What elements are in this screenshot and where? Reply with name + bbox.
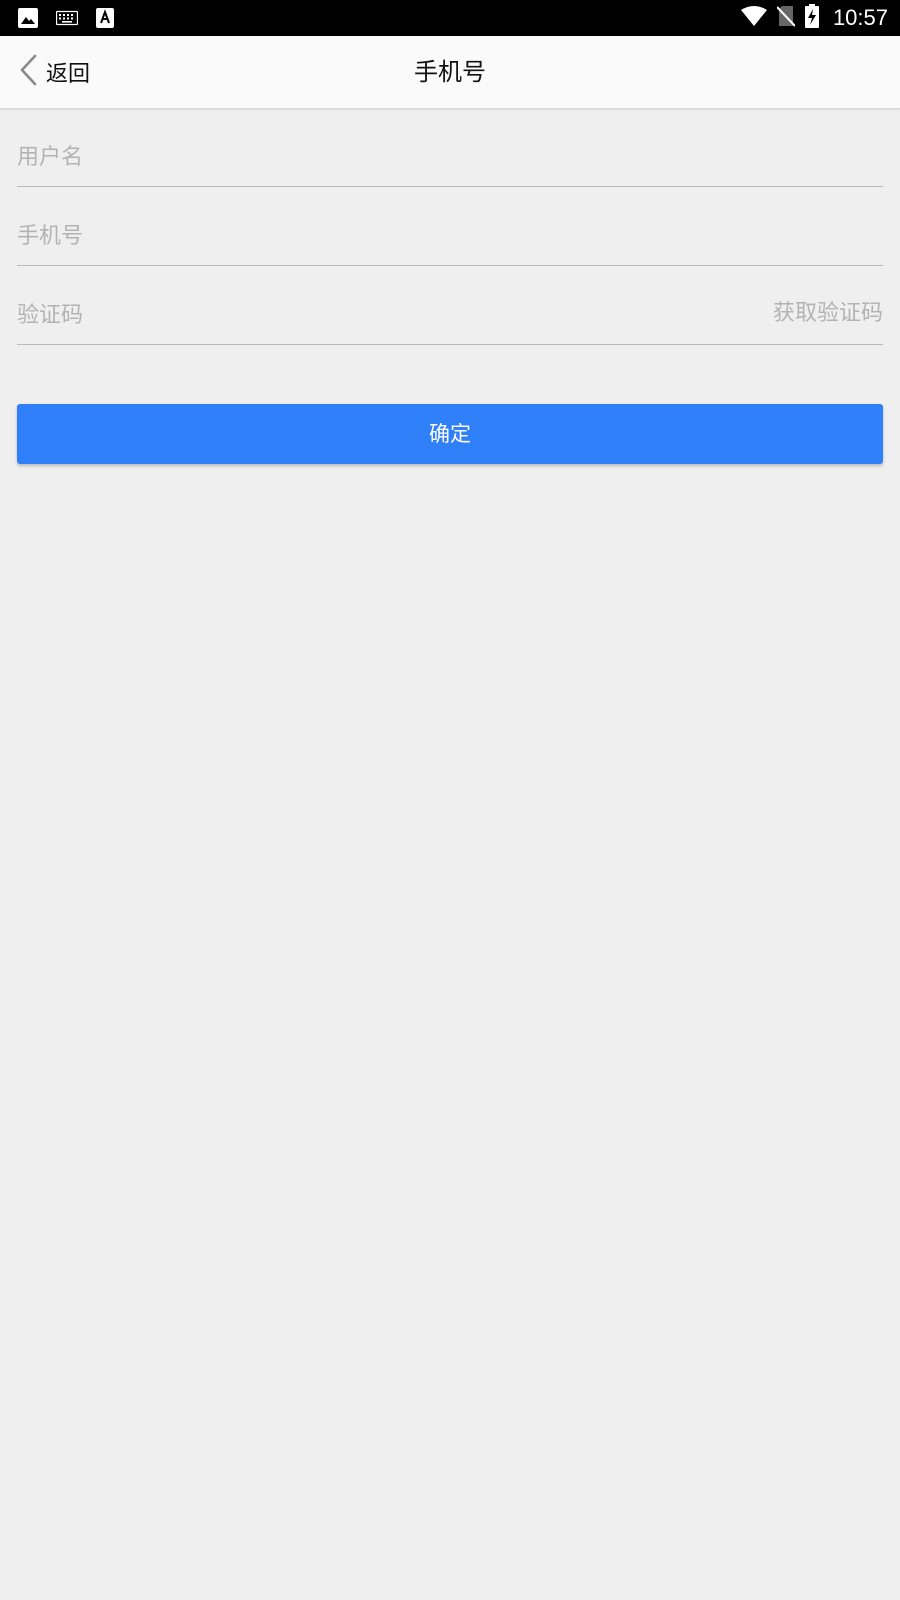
phone-input[interactable] bbox=[17, 187, 883, 265]
keyboard-icon bbox=[55, 10, 79, 30]
status-time: 10:57 bbox=[832, 5, 888, 30]
phone-field-row bbox=[17, 187, 883, 266]
no-sim-icon bbox=[776, 5, 796, 31]
username-input[interactable] bbox=[17, 108, 883, 186]
status-bar-notifications bbox=[18, 8, 114, 32]
font-download-icon bbox=[96, 8, 114, 32]
status-bar-system: 10:57 bbox=[740, 0, 888, 36]
battery-charging-icon bbox=[804, 4, 819, 32]
back-button[interactable]: 返回 bbox=[18, 36, 90, 108]
image-icon bbox=[18, 8, 38, 32]
chevron-left-icon bbox=[18, 54, 38, 90]
verification-code-input[interactable] bbox=[17, 266, 717, 344]
back-label: 返回 bbox=[46, 62, 91, 87]
page-title: 手机号 bbox=[414, 58, 486, 86]
wifi-icon bbox=[740, 6, 767, 30]
confirm-button[interactable]: 确定 bbox=[17, 404, 883, 464]
app-bar: 返回 手机号 bbox=[0, 36, 900, 109]
phone-form: 获取验证码 bbox=[17, 108, 883, 345]
get-code-button[interactable]: 获取验证码 bbox=[773, 284, 883, 344]
username-field-row bbox=[17, 108, 883, 187]
code-field-row: 获取验证码 bbox=[17, 266, 883, 345]
status-bar: 10:57 bbox=[0, 0, 900, 36]
